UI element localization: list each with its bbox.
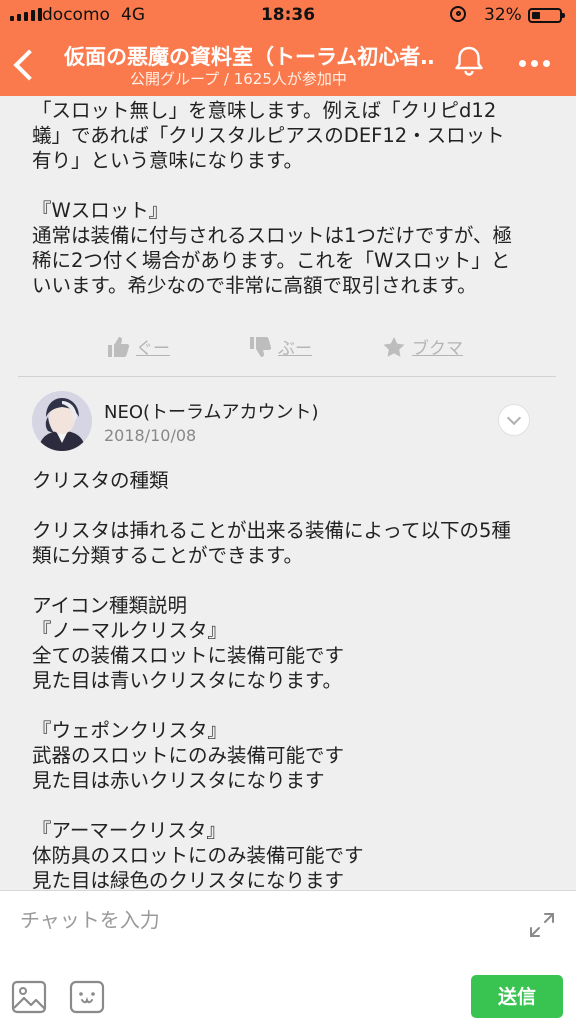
expand-icon [530,913,554,937]
thumbs-up-icon [108,336,130,357]
post-date: 2018/10/08 [104,426,197,445]
bad-reaction-label: ぶー [278,339,312,359]
page-title: 仮面の悪魔の資料室（トーラム初心者… [64,45,434,69]
post-divider [18,376,556,377]
chat-input[interactable] [18,901,502,939]
sticker-button[interactable] [68,979,106,1015]
chat-thread[interactable]: 「スロット無し」を意味します。例えば「クリピd12 蟻」であれば「クリスタルピア… [0,96,576,890]
send-button[interactable]: 送信 [471,975,563,1018]
avatar-image [32,391,92,451]
attach-image-button[interactable] [10,979,48,1015]
battery-icon [528,8,565,23]
star-icon [383,336,405,357]
sticker-icon [69,980,105,1014]
bad-reaction-button[interactable]: ぶー [248,334,312,359]
thumbs-down-icon [250,336,272,357]
app-header: docomo 4G 18:36 32% 仮面の悪魔の資料室（トーラム初心者… 公… [0,0,576,96]
bookmark-label: ブクマ [412,339,463,359]
expand-input-button[interactable] [526,909,558,941]
good-reaction-button[interactable]: ぐー [106,334,170,359]
post-author: NEO(トーラムアカウント) [104,402,319,423]
status-bar: docomo 4G 18:36 32% [0,0,576,30]
post-body: クリスタの種類 クリスタは挿れることが出来る装備によって以下の5種 類に分類する… [32,469,511,890]
previous-post-body: 「スロット無し」を意味します。例えば「クリピd12 蟻」であれば「クリスタルピア… [32,99,513,297]
good-reaction-label: ぐー [136,339,170,359]
group-subtitle: 公開グループ / 1625人が参加中 [130,70,347,88]
more-menu-button[interactable] [510,52,558,74]
bell-icon [455,46,483,76]
back-button[interactable] [6,42,42,88]
rotation-lock-icon [450,6,466,22]
image-icon [11,980,47,1014]
avatar[interactable] [32,391,92,451]
reaction-bar: ぐー ぶー ブクマ [0,328,576,364]
battery-percent: 32% [484,5,522,25]
bookmark-button[interactable]: ブクマ [382,334,463,359]
message-composer: 送信 [0,890,576,1024]
post-options-button[interactable] [498,404,530,436]
notification-bell-button[interactable] [448,40,492,84]
